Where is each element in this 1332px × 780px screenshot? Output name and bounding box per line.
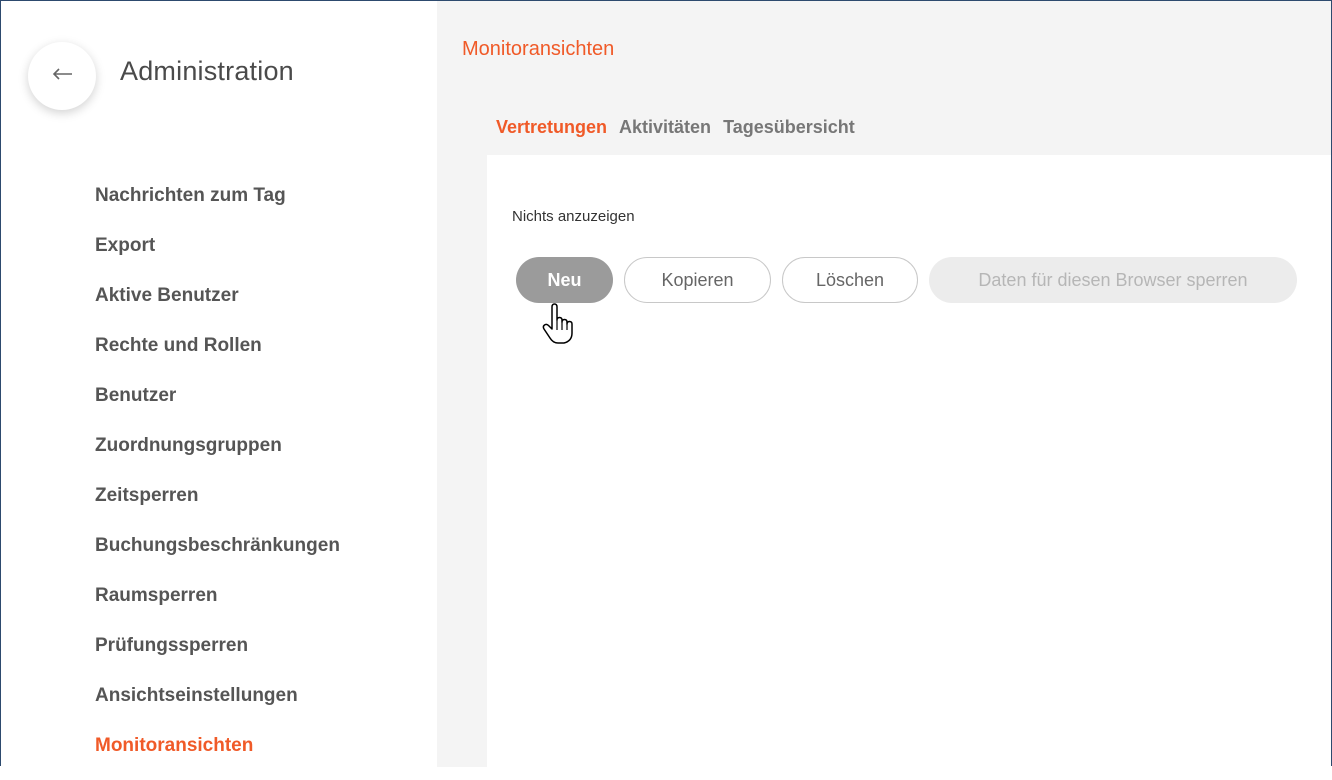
copy-button[interactable]: Kopieren xyxy=(624,257,771,303)
sidebar-title: Administration xyxy=(120,56,294,86)
sidebar-item-raumsperren[interactable]: Raumsperren xyxy=(95,580,340,630)
sidebar-item-pruefungssperren[interactable]: Prüfungssperren xyxy=(95,630,340,680)
delete-button[interactable]: Löschen xyxy=(782,257,918,303)
sidebar-item-zuordnungsgruppen[interactable]: Zuordnungsgruppen xyxy=(95,430,340,480)
action-buttons: Neu Kopieren Löschen Daten für diesen Br… xyxy=(516,257,1297,303)
empty-state-text: Nichts anzuzeigen xyxy=(512,208,635,225)
sidebar-item-aktive-benutzer[interactable]: Aktive Benutzer xyxy=(95,280,340,330)
sidebar: Administration Nachrichten zum Tag Expor… xyxy=(1,1,437,767)
arrow-left-icon xyxy=(51,67,73,86)
sidebar-item-monitoransichten[interactable]: Monitoransichten xyxy=(95,730,340,780)
sidebar-item-ansichtseinstellungen[interactable]: Ansichtseinstellungen xyxy=(95,680,340,730)
sidebar-item-benutzer[interactable]: Benutzer xyxy=(95,380,340,430)
sidebar-item-zeitsperren[interactable]: Zeitsperren xyxy=(95,480,340,530)
new-button[interactable]: Neu xyxy=(516,257,613,303)
sidebar-item-nachrichten-zum-tag[interactable]: Nachrichten zum Tag xyxy=(95,180,340,230)
hand-pointer-icon xyxy=(541,303,579,345)
tab-bar: Vertretungen Aktivitäten Tagesübersicht xyxy=(496,117,855,138)
tab-aktivitaeten[interactable]: Aktivitäten xyxy=(619,117,711,138)
main-content: Monitoransichten Vertretungen Aktivitäte… xyxy=(437,1,1331,767)
sidebar-item-buchungsbeschraenkungen[interactable]: Buchungsbeschränkungen xyxy=(95,530,340,580)
tab-vertretungen[interactable]: Vertretungen xyxy=(496,117,607,138)
tab-tagesuebersicht[interactable]: Tagesübersicht xyxy=(723,117,855,138)
sidebar-nav: Nachrichten zum Tag Export Aktive Benutz… xyxy=(95,180,340,780)
sidebar-item-rechte-und-rollen[interactable]: Rechte und Rollen xyxy=(95,330,340,380)
sidebar-item-export[interactable]: Export xyxy=(95,230,340,280)
back-button[interactable] xyxy=(28,42,96,110)
lock-browser-button: Daten für diesen Browser sperren xyxy=(929,257,1297,303)
content-panel: Nichts anzuzeigen Neu Kopieren Löschen D… xyxy=(487,155,1331,767)
page-title: Monitoransichten xyxy=(462,38,615,60)
